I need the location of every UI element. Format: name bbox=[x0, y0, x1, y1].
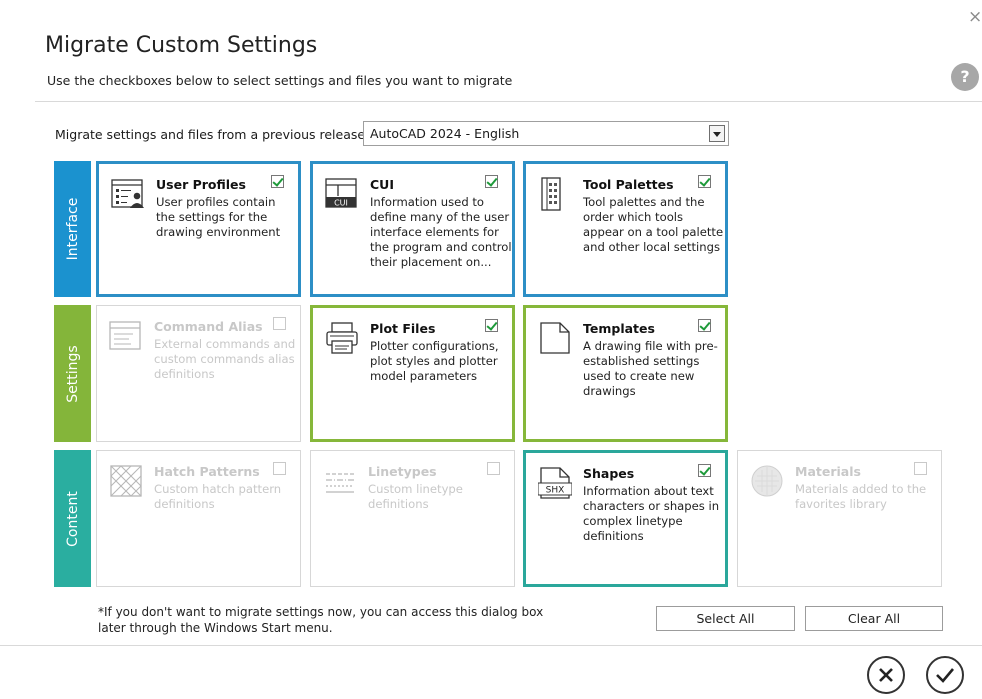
linetypes-checkbox bbox=[487, 462, 500, 475]
shapes-checkbox[interactable] bbox=[698, 464, 711, 477]
tile-description: Information about text characters or sha… bbox=[583, 484, 720, 543]
tile-description: Plotter configurations, plot styles and … bbox=[370, 339, 499, 383]
dialog-title: Migrate Custom Settings bbox=[45, 33, 318, 58]
tile-description: Tool palettes and the order which tools … bbox=[583, 195, 724, 254]
tile-title: Materials bbox=[795, 464, 861, 479]
tile-materials: Materials Materials added to the favorit… bbox=[737, 450, 942, 587]
check-circle-icon bbox=[936, 668, 954, 683]
tile-cui[interactable]: CUI CUI Information used to define many … bbox=[310, 161, 515, 297]
tile-linetypes: Linetypes Custom linetype definitions bbox=[310, 450, 515, 587]
user-profile-icon bbox=[111, 179, 144, 208]
tile-command-alias: Command Alias External commands and cust… bbox=[96, 305, 301, 442]
tile-title: User Profiles bbox=[156, 177, 246, 192]
release-value: AutoCAD 2024 - English bbox=[370, 126, 520, 141]
footer-divider bbox=[0, 645, 982, 646]
tile-description: Materials added to the favorites library bbox=[795, 482, 927, 511]
release-dropdown[interactable]: AutoCAD 2024 - English bbox=[363, 121, 729, 146]
shx-icon-label: SHX bbox=[546, 486, 565, 496]
close-icon[interactable]: × bbox=[968, 9, 982, 26]
user-profiles-checkbox[interactable] bbox=[271, 175, 284, 188]
tile-title: CUI bbox=[370, 177, 394, 192]
tile-plot-files[interactable]: Plot Files Plotter configurations, plot … bbox=[310, 305, 515, 442]
shx-icon: SHX bbox=[538, 467, 572, 499]
tool-palette-icon bbox=[541, 177, 561, 211]
hatch-patterns-checkbox bbox=[273, 462, 286, 475]
band-content: Content bbox=[54, 450, 91, 587]
band-settings: Settings bbox=[54, 305, 91, 442]
tile-title: Command Alias bbox=[154, 319, 263, 334]
tile-templates[interactable]: Templates A drawing file with pre-establ… bbox=[523, 305, 728, 442]
band-content-label: Content bbox=[64, 490, 81, 547]
tile-user-profiles[interactable]: User Profiles User profiles contain the … bbox=[96, 161, 301, 297]
footnote-line-2: later through the Windows Start menu. bbox=[98, 621, 333, 635]
release-label: Migrate settings and files from a previo… bbox=[55, 127, 370, 142]
plotter-icon bbox=[326, 322, 358, 354]
close-circle-icon bbox=[879, 668, 893, 682]
tile-description: User profiles contain the settings for t… bbox=[156, 195, 281, 239]
cui-checkbox[interactable] bbox=[485, 175, 498, 188]
header-divider bbox=[35, 101, 982, 102]
footnote: *If you don't want to migrate settings n… bbox=[98, 604, 543, 636]
tile-title: Hatch Patterns bbox=[154, 464, 260, 479]
chevron-down-icon[interactable] bbox=[709, 125, 725, 142]
ok-button[interactable] bbox=[926, 656, 964, 694]
hatch-pattern-icon bbox=[110, 465, 142, 497]
tile-tool-palettes[interactable]: Tool Palettes Tool palettes and the orde… bbox=[523, 161, 728, 297]
linetype-icon bbox=[326, 473, 354, 493]
help-icon[interactable]: ? bbox=[951, 63, 979, 91]
tile-title: Linetypes bbox=[368, 464, 437, 479]
tile-title: Plot Files bbox=[370, 321, 436, 336]
tile-title: Shapes bbox=[583, 466, 635, 481]
templates-checkbox[interactable] bbox=[698, 319, 711, 332]
tile-title: Templates bbox=[583, 321, 655, 336]
materials-icon bbox=[751, 465, 783, 497]
dialog-subtitle: Use the checkboxes below to select setti… bbox=[47, 73, 513, 88]
command-alias-icon bbox=[109, 321, 141, 350]
tile-hatch-patterns: Hatch Patterns Custom hatch pattern defi… bbox=[96, 450, 301, 587]
select-all-button[interactable]: Select All bbox=[656, 606, 795, 631]
band-interface-label: Interface bbox=[64, 197, 81, 261]
cui-icon: CUI bbox=[325, 178, 357, 208]
clear-all-button[interactable]: Clear All bbox=[805, 606, 943, 631]
tile-title: Tool Palettes bbox=[583, 177, 674, 192]
tool-palettes-checkbox[interactable] bbox=[698, 175, 711, 188]
band-settings-label: Settings bbox=[64, 344, 81, 403]
cancel-button[interactable] bbox=[867, 656, 905, 694]
band-interface: Interface bbox=[54, 161, 91, 297]
tile-description: A drawing file with pre-established sett… bbox=[583, 339, 718, 398]
tile-description: Custom hatch pattern definitions bbox=[154, 482, 282, 511]
cui-icon-label: CUI bbox=[334, 199, 348, 208]
plot-files-checkbox[interactable] bbox=[485, 319, 498, 332]
tile-description: External commands and custom commands al… bbox=[154, 337, 296, 381]
template-icon bbox=[540, 322, 570, 354]
tile-shapes[interactable]: SHX Shapes Information about text charac… bbox=[523, 450, 728, 587]
tile-description: Custom linetype definitions bbox=[368, 482, 463, 511]
footnote-line-1: *If you don't want to migrate settings n… bbox=[98, 605, 544, 619]
tile-description: Information used to define many of the u… bbox=[370, 195, 512, 269]
materials-checkbox bbox=[914, 462, 927, 475]
command-alias-checkbox bbox=[273, 317, 286, 330]
